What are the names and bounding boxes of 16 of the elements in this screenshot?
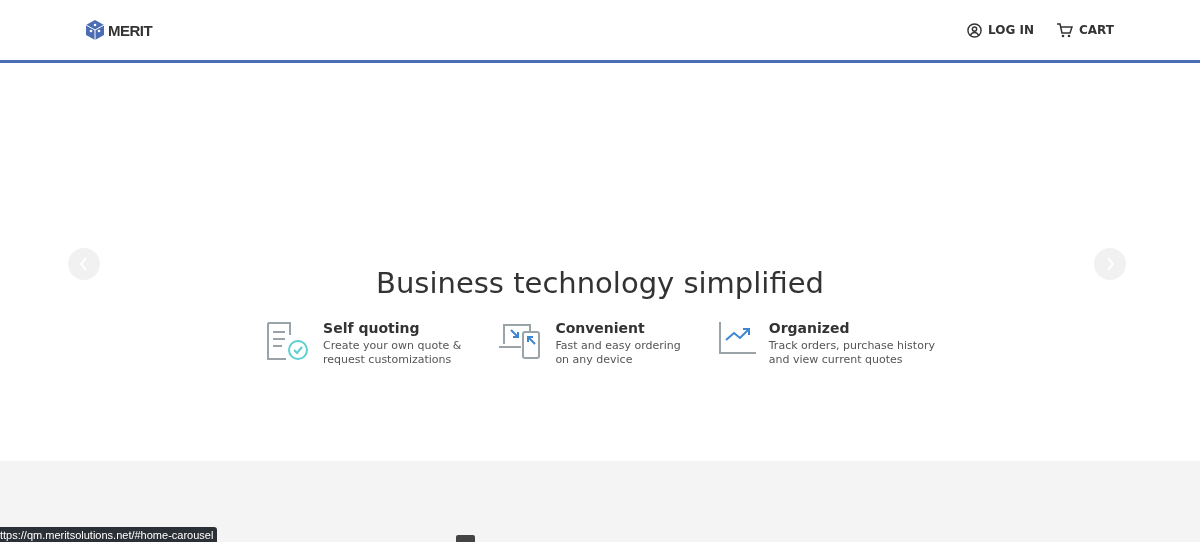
login-link[interactable]: LOG IN (967, 22, 1034, 38)
dark-tab-icon (456, 535, 475, 542)
cart-icon (1056, 22, 1073, 38)
feature-title: Convenient (555, 320, 646, 336)
logo-text: MERIT (108, 21, 153, 39)
cart-link[interactable]: CART (1056, 22, 1114, 38)
feature-title: Organized (768, 320, 851, 336)
status-bar-url: ttps://qm.meritsolutions.net/#home-carousel (0, 527, 218, 542)
trend-chart-icon (716, 320, 757, 356)
feature-description: Create your own quote & request customizations (323, 339, 462, 367)
feature-description: Track orders, purchase history and view current quotes (768, 339, 935, 367)
logo-cube-icon (84, 19, 106, 41)
user-icon (967, 22, 983, 38)
feature-description: Fast and easy ordering on any device (555, 339, 681, 367)
feature-title: Self quoting (323, 320, 421, 336)
hero-title: Business technology simplified (376, 266, 824, 300)
